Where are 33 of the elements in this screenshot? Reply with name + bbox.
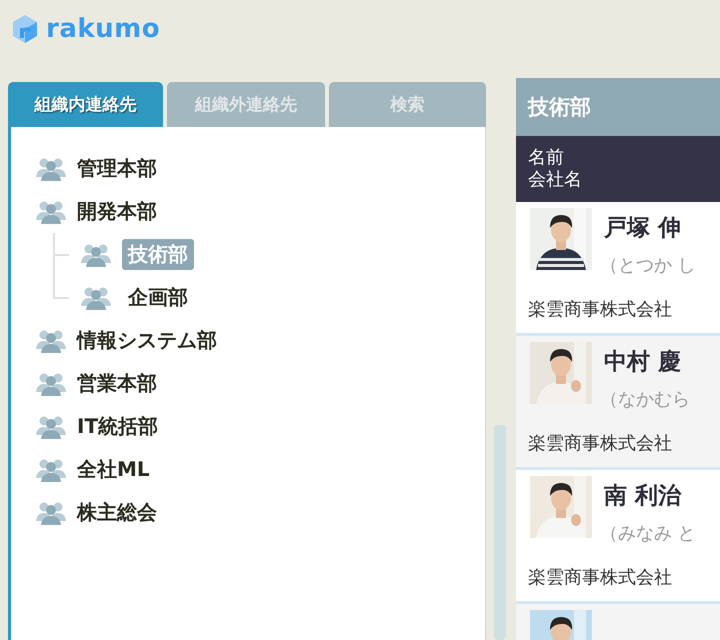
column-header: 名前 bbox=[528, 147, 565, 169]
group-icon bbox=[35, 458, 67, 482]
tree-item[interactable]: 営業本部 bbox=[71, 368, 163, 399]
column-header: 会社名 bbox=[528, 169, 583, 191]
tree-item[interactable]: 管理本部 bbox=[71, 153, 163, 184]
contact-row[interactable]: 中村 慶 （なかむら 楽雲商事株式会社 bbox=[516, 336, 720, 470]
group-icon bbox=[35, 414, 67, 438]
name-reading: （みなみ と bbox=[600, 522, 696, 545]
tree-item[interactable]: 情報システム部 bbox=[71, 325, 223, 356]
name-reading: （なかむら bbox=[600, 388, 690, 411]
company-name: 楽雲商事株式会社 bbox=[528, 298, 673, 321]
group-icon bbox=[35, 500, 67, 524]
contact-name: 南 利治 bbox=[604, 482, 682, 511]
tree-item[interactable]: 企画部 bbox=[122, 282, 194, 313]
contact-name: 戸塚 伸 bbox=[604, 214, 682, 243]
tree-item[interactable]: 開発本部 bbox=[71, 196, 163, 227]
name-reading: （とつか し bbox=[600, 254, 696, 277]
panel-title: 技術部 bbox=[516, 78, 720, 136]
group-icon bbox=[35, 200, 67, 224]
tree-item[interactable]: IT統括部 bbox=[71, 411, 164, 442]
scrollbar[interactable] bbox=[494, 425, 506, 640]
tree-item[interactable]: 株主総会 bbox=[71, 497, 163, 528]
company-name: 楽雲商事株式会社 bbox=[528, 566, 673, 589]
group-icon bbox=[35, 372, 67, 396]
company-name: 楽雲商事株式会社 bbox=[528, 432, 673, 455]
cube-logo-icon bbox=[12, 14, 38, 44]
logo-text: rakumo bbox=[46, 14, 160, 44]
group-icon bbox=[35, 328, 67, 352]
tree-item[interactable]: 全社ML bbox=[71, 454, 156, 485]
contact-name: 中村 慶 bbox=[604, 348, 682, 377]
group-icon bbox=[80, 242, 112, 266]
group-icon bbox=[80, 286, 112, 310]
group-icon bbox=[35, 156, 67, 180]
